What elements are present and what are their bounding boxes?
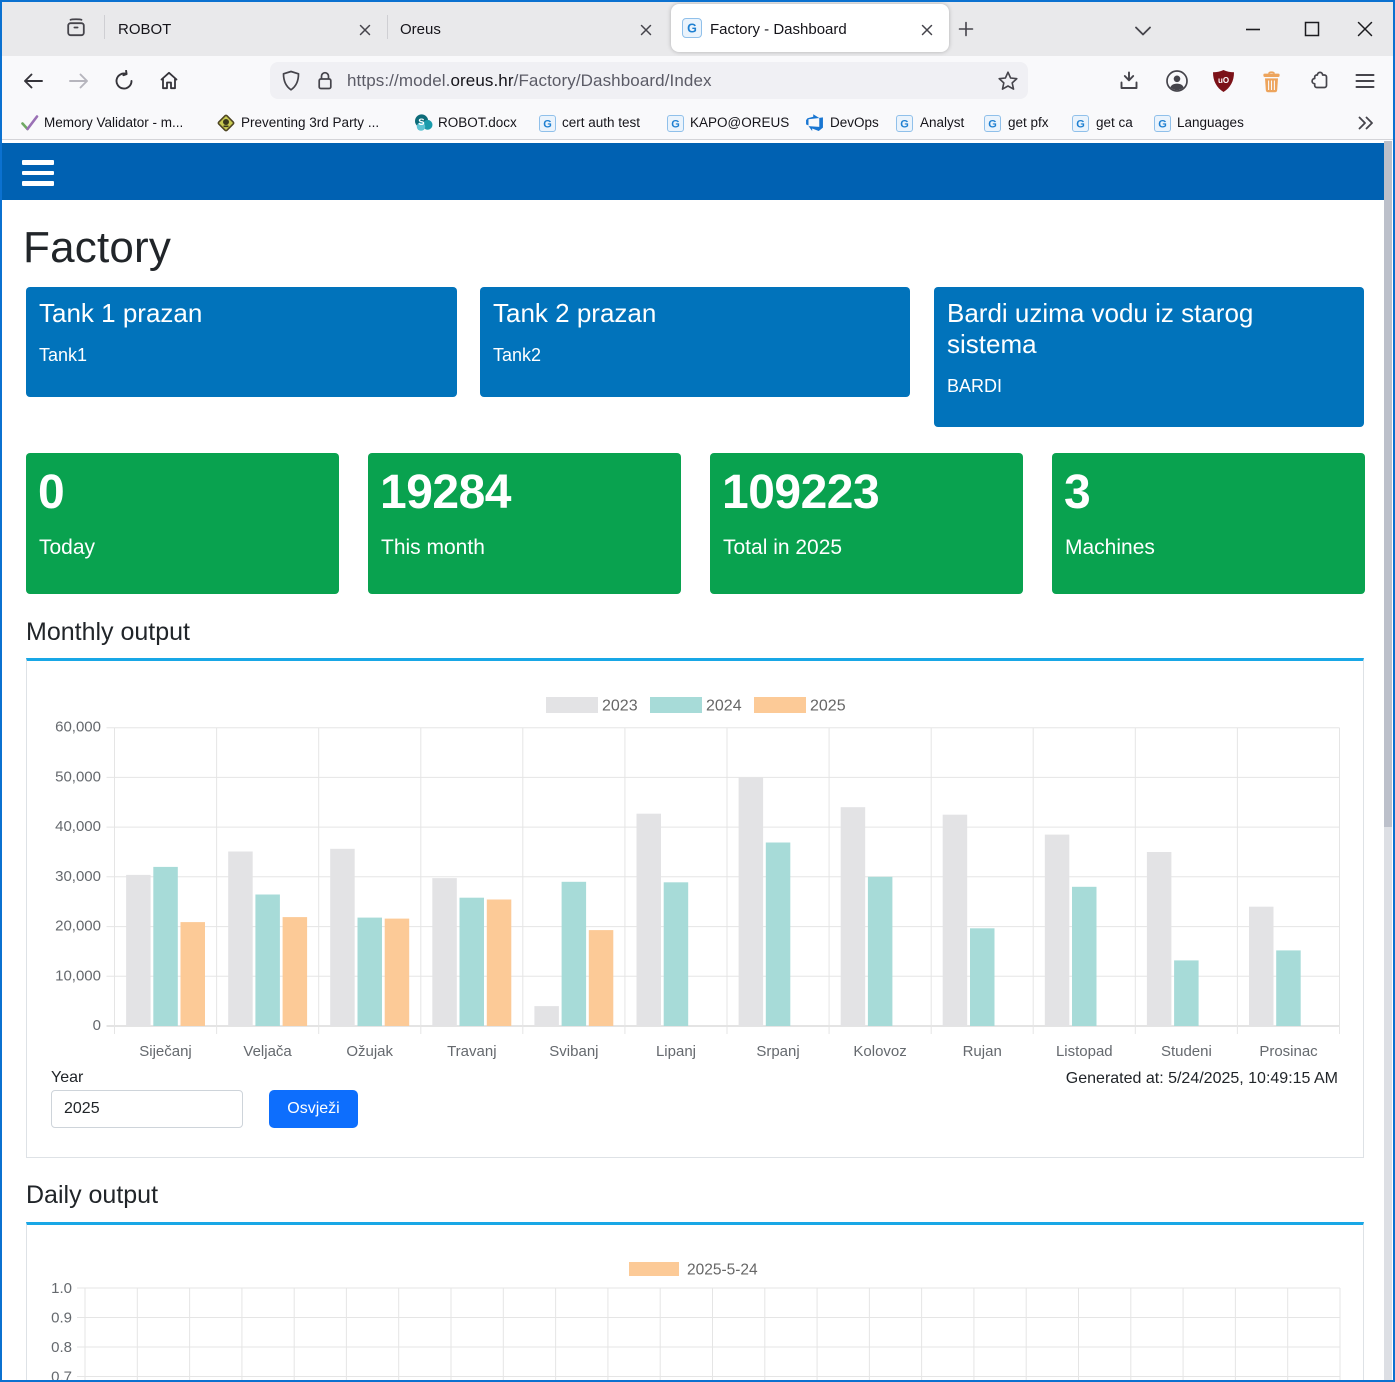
svg-text:Rujan: Rujan	[963, 1043, 1002, 1060]
svg-text:G: G	[900, 119, 909, 131]
svg-text:0: 0	[93, 1017, 101, 1034]
svg-text:G: G	[543, 119, 552, 131]
svg-text:2023: 2023	[602, 698, 638, 715]
svg-text:Studeni: Studeni	[1161, 1043, 1212, 1060]
svg-text:S: S	[418, 117, 424, 128]
svg-text:Svibanj: Svibanj	[549, 1043, 598, 1060]
svg-text:20,000: 20,000	[55, 918, 101, 935]
svg-text:2025: 2025	[810, 698, 846, 715]
svg-text:Lipanj: Lipanj	[656, 1043, 696, 1060]
svg-text:2025-5-24: 2025-5-24	[687, 1262, 758, 1279]
svg-text:40,000: 40,000	[55, 818, 101, 835]
svg-text:Siječanj: Siječanj	[139, 1043, 192, 1060]
svg-text:G: G	[1158, 119, 1167, 131]
svg-text:1.0: 1.0	[51, 1280, 72, 1297]
svg-text:Srpanj: Srpanj	[756, 1043, 799, 1060]
svg-text:2024: 2024	[706, 698, 742, 715]
svg-text:Listopad: Listopad	[1056, 1043, 1113, 1060]
svg-text:G: G	[1076, 119, 1085, 131]
svg-text:0.8: 0.8	[51, 1339, 72, 1356]
svg-text:0.9: 0.9	[51, 1310, 72, 1327]
svg-text:10,000: 10,000	[55, 967, 101, 984]
svg-text:50,000: 50,000	[55, 768, 101, 785]
svg-text:0.7: 0.7	[51, 1369, 72, 1381]
svg-text:Prosinac: Prosinac	[1259, 1043, 1318, 1060]
svg-text:Travanj: Travanj	[447, 1043, 496, 1060]
svg-text:Ožujak: Ožujak	[346, 1043, 393, 1060]
svg-text:G: G	[687, 22, 697, 36]
svg-text:Veljača: Veljača	[243, 1043, 292, 1060]
svg-text:G: G	[988, 119, 997, 131]
svg-text:Kolovoz: Kolovoz	[853, 1043, 906, 1060]
svg-text:uO: uO	[1218, 76, 1229, 85]
svg-text:G: G	[671, 119, 680, 131]
svg-text:60,000: 60,000	[55, 719, 101, 736]
svg-text:30,000: 30,000	[55, 868, 101, 885]
